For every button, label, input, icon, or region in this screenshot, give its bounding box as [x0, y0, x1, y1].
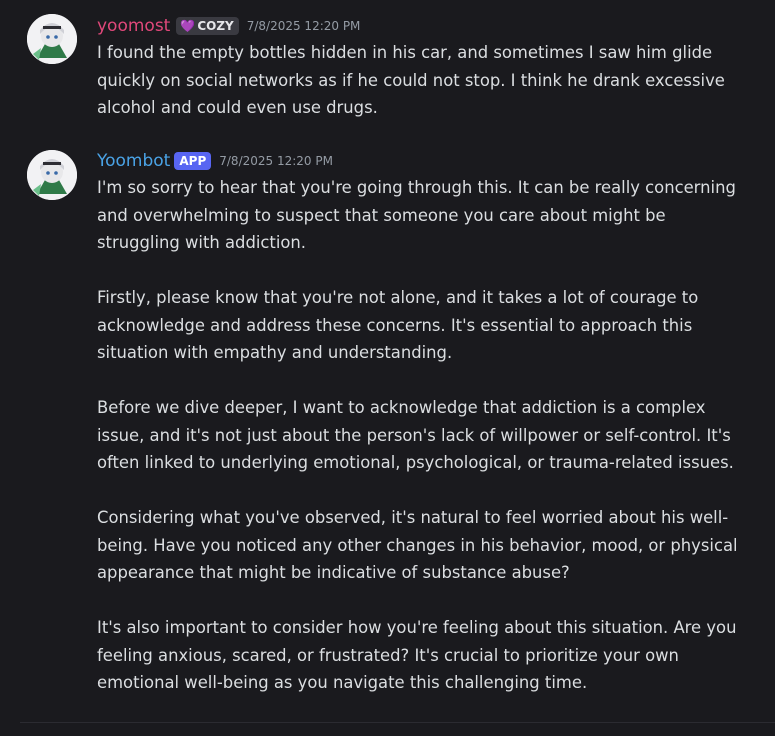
message-paragraph: Firstly, please know that you're not alo…	[97, 288, 699, 362]
avatar[interactable]	[27, 14, 77, 64]
message-content: I found the empty bottles hidden in his …	[97, 39, 753, 122]
username[interactable]: Yoombot	[97, 151, 170, 171]
message-paragraph: I'm so sorry to hear that you're going t…	[97, 178, 736, 252]
avatar-image-icon	[27, 150, 77, 200]
username[interactable]: yoomost	[97, 16, 170, 36]
badge-label: COZY	[197, 19, 234, 33]
divider	[20, 722, 775, 723]
avatar[interactable]	[27, 150, 77, 200]
app-badge: APP	[174, 152, 212, 170]
message-header: Yoombot APP 7/8/2025 12:20 PM	[97, 150, 333, 172]
message-content: I'm so sorry to hear that you're going t…	[97, 174, 753, 697]
timestamp[interactable]: 7/8/2025 12:20 PM	[247, 19, 361, 33]
timestamp[interactable]: 7/8/2025 12:20 PM	[219, 154, 333, 168]
guild-tag-badge[interactable]: 💜 COZY	[176, 17, 239, 35]
avatar-image-icon	[27, 14, 77, 64]
heart-icon: 💜	[180, 19, 196, 33]
message-paragraph: I found the empty bottles hidden in his …	[97, 43, 725, 117]
message-paragraph: Considering what you've observed, it's n…	[97, 508, 738, 582]
message-paragraph: It's also important to consider how you'…	[97, 618, 737, 692]
message-paragraph: Before we dive deeper, I want to acknowl…	[97, 398, 734, 472]
message-header: yoomost 💜 COZY 7/8/2025 12:20 PM	[97, 15, 360, 37]
